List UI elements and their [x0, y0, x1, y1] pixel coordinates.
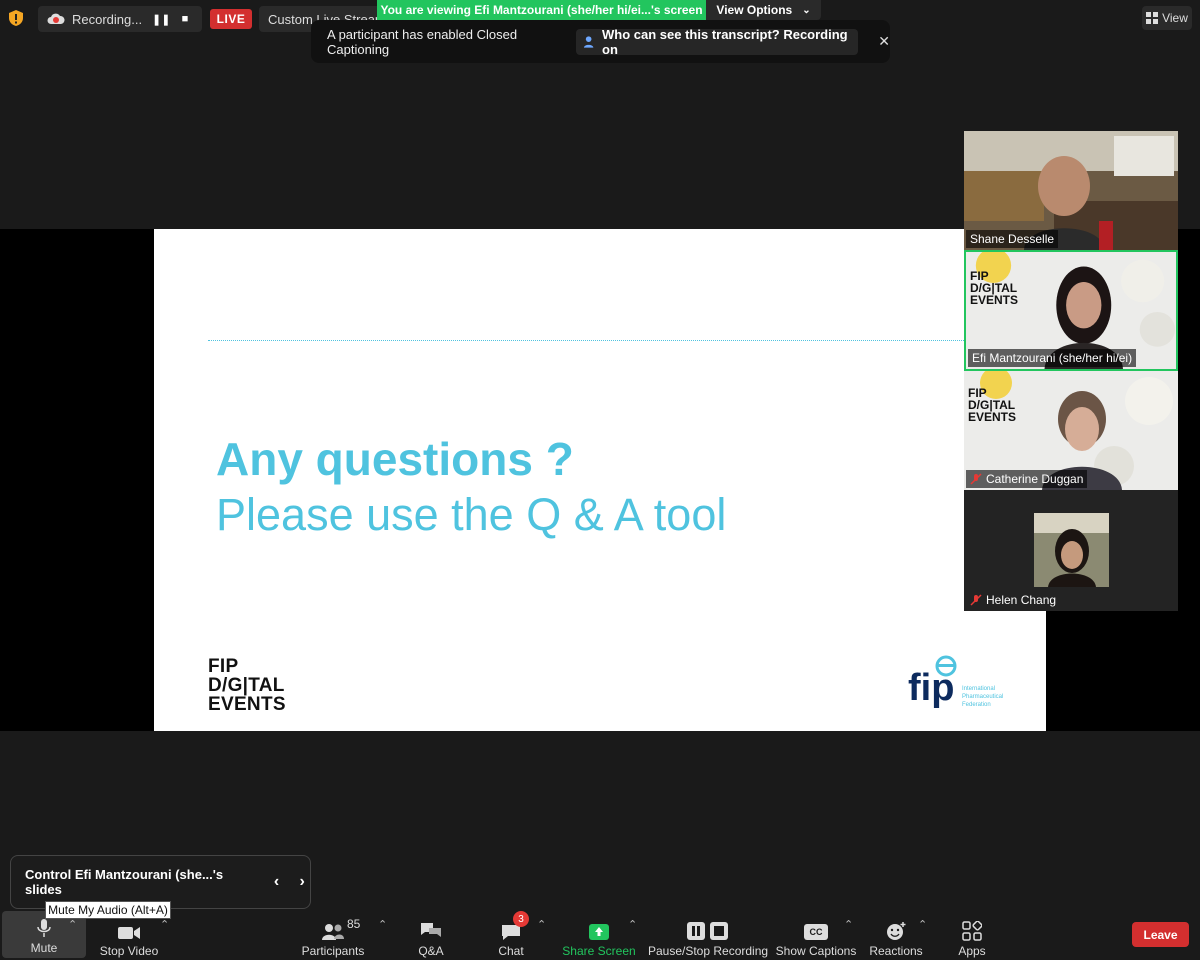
slide-divider: [208, 340, 968, 341]
reactions-label: Reactions: [869, 944, 923, 958]
muted-mic-icon: [970, 473, 982, 485]
brand-line: D/G|TAL: [208, 675, 285, 696]
fip-tagline-line: International: [962, 686, 996, 692]
live-badge[interactable]: LIVE: [210, 9, 252, 29]
recording-label: Recording...: [72, 11, 143, 27]
microphone-icon: [37, 919, 51, 937]
participant-name: Helen Chang: [966, 591, 1060, 609]
stop-video-button[interactable]: Stop Video: [96, 914, 162, 958]
cc-message: A participant has enabled Closed Caption…: [327, 26, 518, 57]
reactions-button[interactable]: Reactions: [868, 914, 924, 958]
recording-status-pill: Recording... ❚❚ ■: [38, 6, 202, 32]
participant-avatar: [1034, 513, 1109, 587]
qa-button[interactable]: Q&A: [408, 914, 454, 958]
video-tile-catherine[interactable]: FIP D/G|TAL EVENTS Catherine Duggan: [964, 371, 1178, 490]
fip-wordmark: fip: [908, 667, 955, 709]
gallery-logo-line: EVENTS: [968, 410, 1017, 424]
muted-mic-icon: [970, 594, 982, 606]
pause-stop-recording-button[interactable]: Pause/Stop Recording: [647, 914, 769, 958]
show-captions-label: Show Captions: [775, 944, 857, 958]
chat-unread-badge: 3: [513, 911, 529, 927]
brand-line: FIP: [208, 656, 239, 677]
video-tile-shane[interactable]: Shane Desselle: [964, 131, 1178, 250]
share-options-caret-icon[interactable]: ⌃: [628, 918, 637, 931]
qa-label: Q&A: [418, 944, 444, 958]
qa-icon: [421, 923, 441, 937]
transcript-info-button[interactable]: Who can see this transcript? Recording o…: [575, 26, 859, 57]
apps-button[interactable]: Apps: [952, 914, 992, 958]
fip-tagline-line: Federation: [962, 702, 991, 708]
reactions-options-caret-icon[interactable]: ⌃: [918, 918, 927, 931]
participant-name: Efi Mantzourani (she/her hi/ei): [968, 349, 1137, 367]
participant-name-text: Shane Desselle: [970, 232, 1055, 246]
apps-label: Apps: [958, 944, 986, 958]
mute-tooltip: Mute My Audio (Alt+A): [45, 901, 171, 919]
pause-recording-icon[interactable]: ❚❚: [152, 13, 170, 26]
person-info-icon: [583, 35, 594, 48]
participant-name: Shane Desselle: [966, 230, 1059, 248]
transcript-link: Who can see this transcript? Recording o…: [602, 26, 848, 57]
closed-captions-icon: CC: [804, 924, 828, 940]
captions-options-caret-icon[interactable]: ⌃: [844, 918, 853, 931]
participants-options-caret-icon[interactable]: ⌃: [378, 918, 387, 931]
cloud-recording-icon: [47, 13, 65, 24]
brand-line: EVENTS: [208, 694, 286, 715]
view-options-label: View Options: [716, 3, 793, 17]
participant-name-text: Helen Chang: [986, 593, 1057, 607]
grid-layout-icon: [1146, 12, 1159, 24]
share-screen-label: Share Screen: [562, 944, 636, 958]
viewing-screen-banner: You are viewing Efi Mantzourani (she/her…: [377, 0, 706, 20]
share-screen-button[interactable]: Share Screen: [562, 914, 636, 958]
video-tile-helen[interactable]: Helen Chang: [964, 490, 1178, 611]
participants-icon: [322, 924, 344, 940]
fip-digital-events-logo: FIP D/G|TAL EVENTS: [208, 657, 286, 714]
fip-tagline-line: Pharmaceutical: [962, 694, 1004, 700]
reactions-smiley-icon: [887, 922, 906, 940]
chat-options-caret-icon[interactable]: ⌃: [537, 918, 546, 931]
audio-options-caret-icon[interactable]: ⌃: [68, 918, 77, 931]
view-layout-button[interactable]: View: [1142, 6, 1192, 30]
closed-caption-notification: A participant has enabled Closed Caption…: [311, 20, 890, 63]
slide-subtitle: Please use the Q & A tool: [216, 489, 727, 540]
chat-label: Chat: [498, 944, 524, 958]
next-slide-button[interactable]: ›: [294, 873, 310, 891]
stop-recording-icon[interactable]: ■: [176, 13, 194, 25]
video-options-caret-icon[interactable]: ⌃: [160, 918, 169, 931]
mute-label: Mute: [30, 941, 58, 955]
leave-button[interactable]: Leave: [1132, 922, 1189, 947]
video-tile-efi[interactable]: FIP D/G|TAL EVENTS Efi Mantzourani (she/…: [964, 250, 1178, 371]
participant-name-text: Catherine Duggan: [986, 472, 1084, 486]
remote-control-label: Control Efi Mantzourani (she...'s slides: [25, 867, 224, 897]
fip-tagline: International Pharmaceutical Federation: [962, 685, 1003, 709]
close-icon[interactable]: ✕: [878, 33, 890, 50]
security-shield-icon[interactable]: [6, 8, 26, 28]
gallery-logo-line: EVENTS: [970, 293, 1019, 307]
previous-slide-button[interactable]: ‹: [269, 873, 285, 891]
share-screen-icon: [589, 924, 609, 940]
participant-name-text: Efi Mantzourani (she/her hi/ei): [972, 351, 1133, 365]
recording-label: Pause/Stop Recording: [647, 944, 769, 958]
fip-federation-logo: fip International Pharmaceutical Federat…: [906, 653, 1016, 715]
gallery-fip-logo: FIP D/G|TAL EVENTS: [968, 387, 1016, 423]
slide-title: Any questions ?: [216, 433, 574, 485]
gallery-fip-logo: FIP D/G|TAL EVENTS: [970, 270, 1018, 306]
video-camera-icon: [118, 927, 140, 939]
participant-count: 85: [347, 917, 361, 931]
view-label: View: [1162, 11, 1188, 25]
view-options-button[interactable]: View Options ⌄: [706, 0, 821, 20]
pause-stop-recording-icon: [687, 922, 728, 940]
apps-icon: [962, 921, 982, 941]
participant-name: Catherine Duggan: [966, 470, 1088, 488]
shared-slide: Any questions ? Please use the Q & A too…: [154, 229, 1046, 731]
stop-video-label: Stop Video: [99, 944, 159, 958]
participants-label: Participants: [301, 944, 365, 958]
chevron-down-icon: ⌄: [802, 4, 811, 16]
